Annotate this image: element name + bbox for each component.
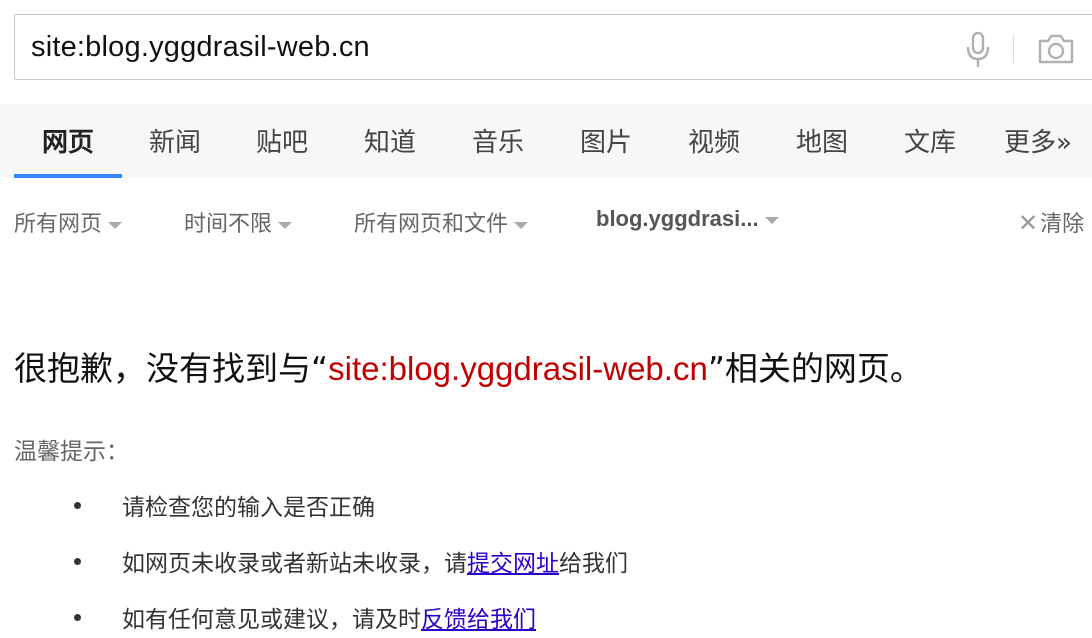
tab-web[interactable]: 网页	[42, 122, 94, 159]
tip-check-input: 请检查您的输入是否正确	[122, 495, 375, 521]
tab-map[interactable]: 地图	[796, 122, 848, 159]
tips-title: 温馨提示：	[14, 439, 129, 465]
tab-wenku[interactable]: 文库	[904, 122, 956, 159]
no-results-message: 很抱歉，没有找到与“site:blog.yggdrasil-web.cn”相关的…	[14, 342, 923, 390]
tab-music[interactable]: 音乐	[472, 122, 524, 159]
no-results-query: site:blog.yggdrasil-web.cn	[328, 350, 708, 387]
tab-more[interactable]: 更多»	[1004, 122, 1072, 159]
filter-clear-label: 清除	[1040, 212, 1085, 237]
tip-submit-url-prefix: 如网页未收录或者新站未收录，请	[122, 551, 467, 577]
search-tabs: 网页 新闻 贴吧 知道 音乐 图片 视频 地图 文库 更多»	[0, 104, 1092, 178]
filter-site-label: blog.yggdrasi...	[596, 206, 759, 231]
close-icon: ✕	[1018, 209, 1039, 237]
no-results-prefix: 很抱歉，没有找到与“	[14, 349, 329, 388]
camera-icon[interactable]	[1037, 33, 1075, 65]
bullet	[74, 558, 81, 565]
tab-tieba[interactable]: 贴吧	[256, 122, 308, 159]
tip-submit-url-suffix: 给我们	[559, 551, 628, 577]
tab-zhidao[interactable]: 知道	[364, 122, 416, 159]
filter-all-pages-label: 所有网页	[14, 212, 103, 237]
caret-down-icon	[108, 221, 123, 229]
filter-all-pages[interactable]: 所有网页	[14, 206, 123, 238]
bullet	[74, 614, 81, 621]
bullet	[74, 502, 81, 509]
search-divider	[1013, 35, 1014, 63]
caret-down-icon	[514, 221, 529, 229]
filter-clear[interactable]: ✕清除	[1018, 206, 1084, 238]
filter-time-label: 时间不限	[184, 212, 273, 237]
tab-images[interactable]: 图片	[580, 122, 632, 159]
tip-feedback: 如有任何意见或建议，请及时反馈给我们	[122, 600, 536, 634]
filter-file-type[interactable]: 所有网页和文件	[354, 206, 529, 238]
filter-file-type-label: 所有网页和文件	[354, 212, 509, 237]
tip-feedback-prefix: 如有任何意见或建议，请及时	[122, 607, 421, 633]
microphone-icon[interactable]	[963, 31, 993, 69]
search-box[interactable]: site:blog.yggdrasil-web.cn	[14, 14, 1092, 80]
feedback-link[interactable]: 反馈给我们	[421, 607, 536, 633]
active-tab-indicator	[14, 174, 122, 178]
no-results-suffix: ”相关的网页。	[707, 349, 923, 388]
filter-time[interactable]: 时间不限	[184, 206, 293, 238]
filter-site[interactable]: blog.yggdrasi...	[596, 206, 779, 232]
search-input[interactable]: site:blog.yggdrasil-web.cn	[31, 31, 370, 64]
caret-down-icon	[764, 216, 779, 224]
submit-url-link[interactable]: 提交网址	[467, 551, 559, 577]
caret-down-icon	[278, 221, 293, 229]
tip-submit-url: 如网页未收录或者新站未收录，请提交网址给我们	[122, 544, 628, 578]
tab-video[interactable]: 视频	[688, 122, 740, 159]
tab-news[interactable]: 新闻	[149, 122, 201, 159]
